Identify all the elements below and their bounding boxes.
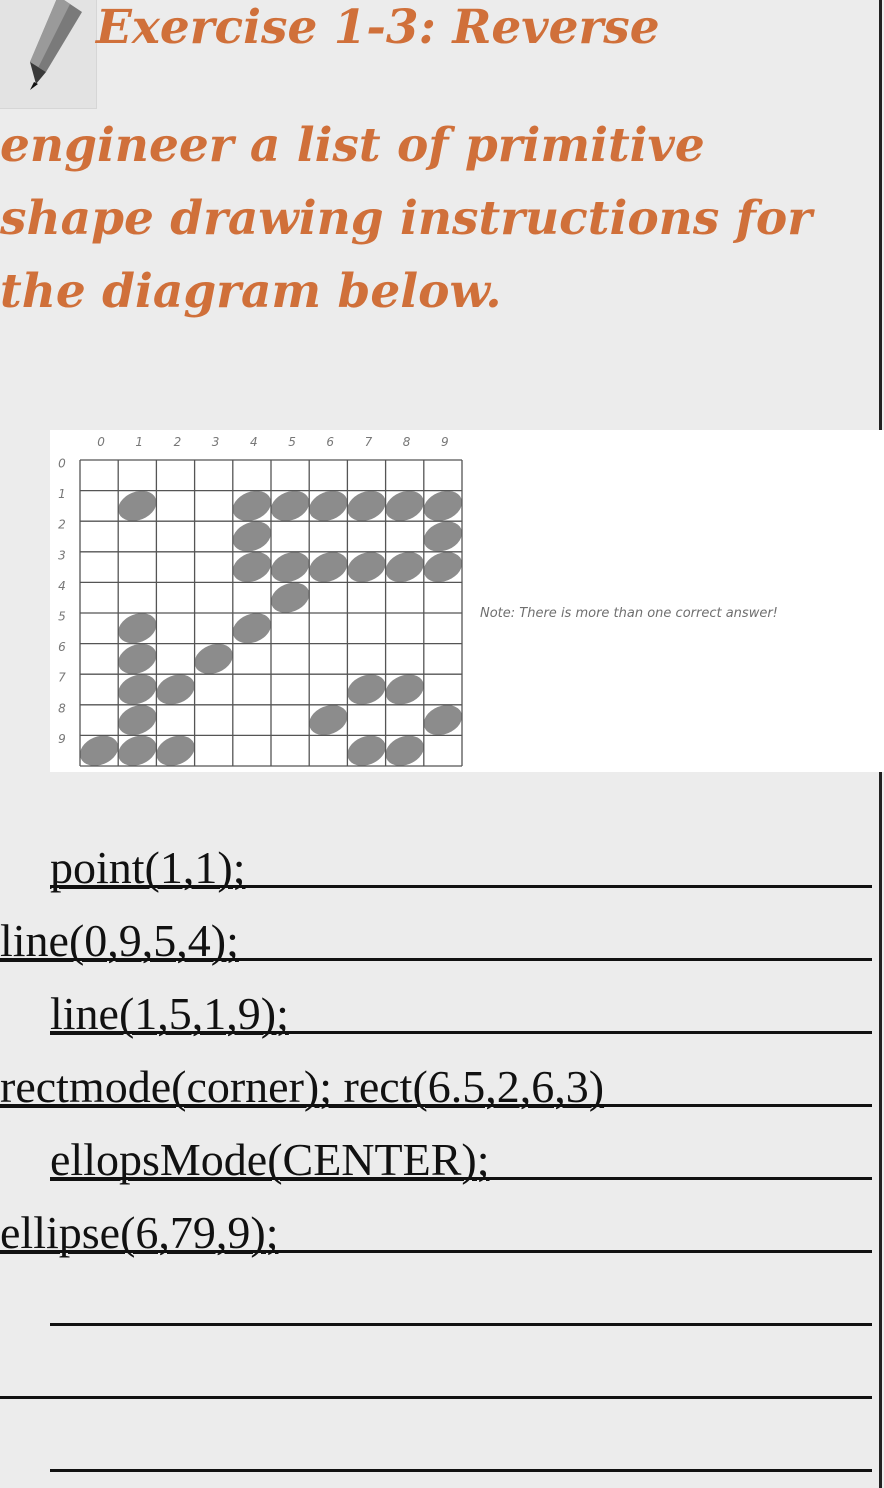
column-label: 7 [365, 435, 373, 449]
filled-cell [347, 490, 386, 521]
column-label: 9 [441, 435, 449, 449]
answer-line[interactable] [0, 1338, 872, 1399]
filled-cell [194, 643, 233, 674]
row-label: 7 [58, 671, 66, 685]
filled-cell [423, 552, 463, 583]
column-label: 5 [288, 435, 296, 449]
filled-cell [232, 490, 272, 521]
column-label: 2 [174, 435, 182, 449]
answer-text: line(0,9,5,4); [0, 915, 239, 966]
answer-line[interactable] [50, 1411, 872, 1472]
row-label: 8 [58, 701, 66, 715]
answer-line[interactable]: ellipse(6,79,9); [0, 1192, 872, 1258]
filled-cell [385, 552, 424, 583]
filled-cell [118, 705, 157, 736]
filled-cell [309, 705, 348, 736]
diagram-note: Note: There is more than one correct ans… [480, 606, 778, 621]
filled-cell [79, 735, 119, 766]
answer-text: rectmode(corner); rect(6.5,2,6,3) [0, 1061, 605, 1112]
column-label: 0 [97, 435, 105, 449]
filled-cell [423, 705, 463, 736]
answer-line[interactable]: line(1,5,1,9); [50, 973, 872, 1039]
page-right-border [879, 0, 882, 430]
filled-cell [156, 674, 195, 705]
filled-cell [347, 552, 386, 583]
filled-cell [309, 552, 348, 583]
row-label: 9 [58, 732, 66, 746]
filled-cell [347, 735, 386, 766]
filled-cell [423, 521, 463, 552]
page-right-border [879, 772, 882, 1488]
filled-cell [385, 735, 424, 766]
row-label: 5 [58, 610, 66, 624]
instruction-line: shape drawing instructions for [0, 191, 812, 246]
pixel-grid: 0 1 2 3 4 5 6 7 8 9 0 1 2 3 4 5 6 7 8 9 [58, 435, 463, 767]
column-label: 4 [250, 435, 258, 449]
answer-text: line(1,5,1,9); [50, 988, 289, 1039]
filled-cell [385, 674, 424, 705]
filled-cell [118, 613, 157, 644]
filled-cell [270, 490, 310, 521]
row-label: 0 [58, 457, 66, 471]
filled-cell [385, 490, 424, 521]
row-label: 2 [58, 518, 66, 532]
answer-text: ellopsMode(CENTER); [50, 1134, 490, 1185]
filled-cell [118, 674, 157, 705]
filled-cell [232, 613, 272, 644]
filled-cell [232, 521, 272, 552]
column-label: 1 [135, 435, 143, 449]
answer-line[interactable]: rectmode(corner); rect(6.5,2,6,3) [0, 1046, 872, 1112]
filled-cell [347, 674, 386, 705]
instruction-line: engineer a list of primitive [0, 118, 705, 173]
filled-cell [118, 643, 157, 674]
answer-line[interactable]: line(0,9,5,4); [0, 900, 872, 966]
grid-diagram: 0 1 2 3 4 5 6 7 8 9 0 1 2 3 4 5 6 7 8 9 Note: There is more… [50, 430, 884, 772]
answer-text: ellipse(6,79,9); [0, 1207, 279, 1258]
column-label: 8 [403, 435, 411, 449]
filled-cell [118, 490, 157, 521]
row-label: 6 [58, 640, 66, 654]
row-label: 4 [58, 579, 66, 593]
filled-cell [309, 490, 348, 521]
instruction-line: Exercise 1-3: Reverse [96, 0, 660, 55]
instruction-line: the diagram below. [0, 264, 502, 319]
answer-text: point(1,1); [50, 842, 246, 893]
filled-cell [423, 490, 463, 521]
column-label: 6 [326, 435, 334, 449]
answer-line[interactable]: point(1,1); [50, 827, 872, 893]
answer-line[interactable] [50, 1265, 872, 1326]
filled-cell [232, 552, 272, 583]
pencil-icon [0, 0, 97, 109]
column-label: 3 [212, 435, 220, 449]
filled-cell [270, 582, 310, 613]
filled-cell [156, 735, 195, 766]
filled-cell [270, 552, 310, 583]
filled-cell [118, 735, 157, 766]
row-label: 1 [58, 487, 66, 501]
row-label: 3 [58, 548, 66, 562]
answer-line[interactable]: ellopsMode(CENTER); [50, 1119, 872, 1185]
